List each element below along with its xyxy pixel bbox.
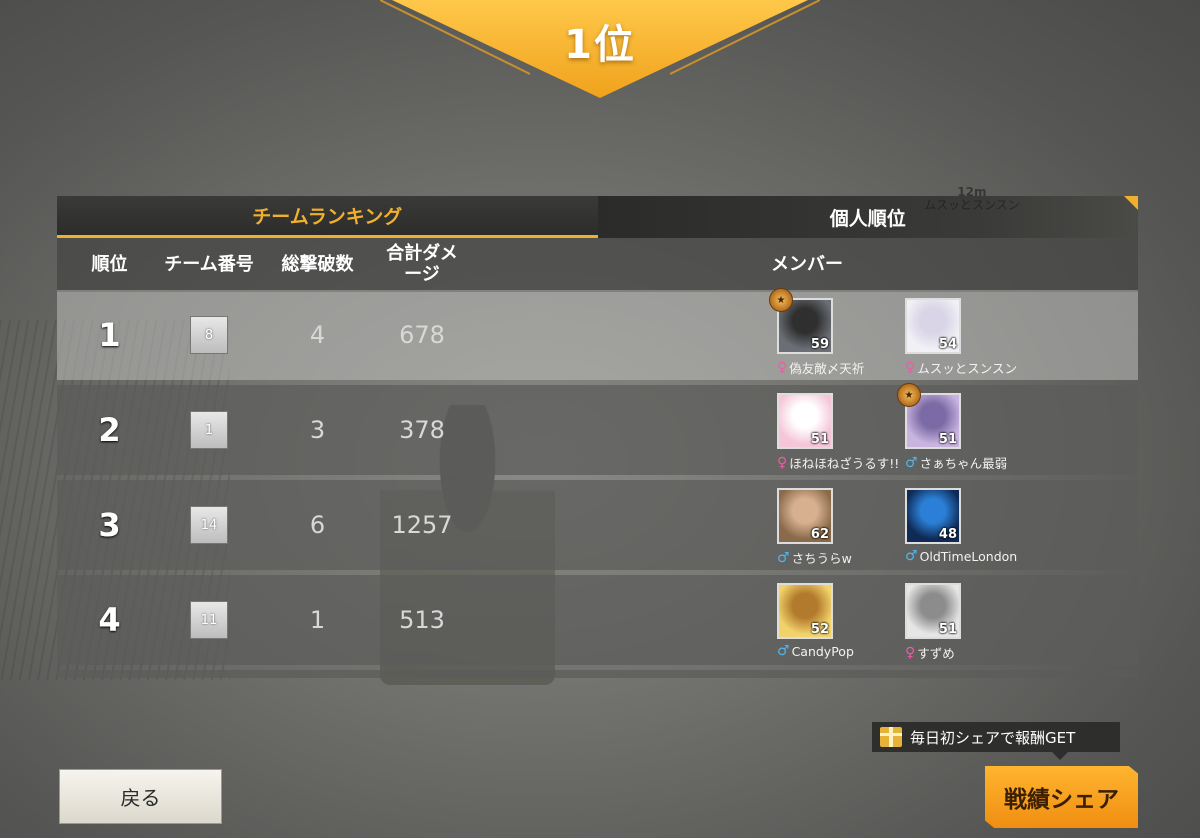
player-name: さぁちゃん最弱	[919, 456, 1008, 471]
rank-cell: 1	[98, 316, 121, 354]
member-card[interactable]: 51 ★ ♂ さぁちゃん最弱	[897, 383, 1065, 473]
table-row[interactable]: 2 3 378 1 51 ♀ ほねほねざうるす!! 51 ★ ♂ さぁちゃん最弱	[57, 383, 1138, 475]
player-level: 51	[938, 432, 957, 447]
player-level: 54	[938, 337, 957, 352]
player-name: ムスッとスンスン	[917, 361, 1018, 376]
header-team-number: チーム番号	[164, 253, 254, 275]
player-avatar[interactable]: 54	[905, 298, 961, 354]
back-button[interactable]: 戻る	[59, 769, 222, 824]
table-row[interactable]: 3 6 1257 14 62 ♂ さちうらw 48 ♂ OldTimeLondon	[57, 480, 1138, 570]
male-icon: ♂	[777, 549, 790, 566]
player-level: 62	[810, 527, 829, 542]
player-avatar[interactable]: 48	[905, 488, 961, 544]
team-number-badge: 1	[190, 411, 228, 449]
team-number-cell: 14	[154, 480, 264, 570]
team-number-badge: 14	[190, 506, 228, 544]
rank-medal-icon: ★	[769, 288, 793, 312]
male-icon: ♂	[905, 548, 918, 564]
player-name-row: ♀ ほねほねざうるす!!	[777, 453, 899, 472]
ghost-name: ムスッとスンスン	[924, 198, 1020, 212]
rank-medal-icon: ★	[897, 383, 921, 407]
player-avatar[interactable]: 51	[777, 393, 833, 449]
kills-cell: 1	[309, 606, 326, 634]
kills-cell: 4	[309, 321, 326, 349]
player-name: さちうらw	[791, 551, 852, 566]
damage-cell: 378	[399, 416, 445, 444]
player-avatar[interactable]: 52	[777, 583, 833, 639]
player-name: 偽友敵〆天祈	[789, 361, 865, 376]
player-name-row: ♂ CandyPop	[777, 643, 854, 659]
member-card[interactable]: 51 ♀ すずめ	[905, 583, 1065, 663]
rank-cell: 3	[98, 506, 121, 544]
player-name-row: ♀ ムスッとスンスン	[905, 358, 1017, 377]
table-row[interactable]: 1 4 678 8 59 ★ ♀ 偽友敵〆天祈 54 ♀ ムスッとスンスン	[57, 288, 1138, 380]
player-name-row: ♀ すずめ	[905, 643, 955, 662]
player-level: 52	[810, 622, 829, 637]
player-name-row: ♂ さちうらw	[777, 548, 852, 567]
player-name-row: ♂ さぁちゃん最弱	[905, 453, 1007, 472]
female-icon: ♀	[905, 644, 916, 661]
player-level: 59	[810, 337, 829, 352]
player-name: CandyPop	[791, 643, 854, 659]
player-avatar[interactable]: 62	[777, 488, 833, 544]
share-results-button[interactable]: 戦績シェア	[985, 766, 1138, 828]
damage-cell: 1257	[391, 511, 453, 539]
player-level: 51	[810, 432, 829, 447]
header-rank: 順位	[91, 253, 128, 275]
share-reward-text: 毎日初シェアで報酬GET	[910, 728, 1076, 747]
player-name: ほねほねざうるす!!	[789, 456, 900, 471]
member-card[interactable]: 48 ♂ OldTimeLondon	[905, 488, 1065, 568]
damage-cell: 513	[399, 606, 445, 634]
player-name: すずめ	[917, 646, 955, 661]
tab-corner-accent	[1124, 196, 1138, 210]
female-icon: ♀	[777, 359, 788, 376]
kills-cell: 6	[309, 511, 326, 539]
player-name-row: ♂ OldTimeLondon	[905, 548, 1017, 564]
damage-cell: 678	[399, 321, 445, 349]
header-total-kills: 総撃破数	[281, 253, 354, 275]
rank-cell: 4	[98, 601, 121, 639]
header-members: メンバー	[771, 253, 843, 275]
team-number-badge: 8	[190, 316, 228, 354]
male-icon: ♂	[777, 643, 790, 659]
member-card[interactable]: 54 ♀ ムスッとスンスン	[905, 298, 1065, 378]
male-icon: ♂	[905, 454, 918, 471]
player-name-row: ♀ 偽友敵〆天祈	[777, 358, 864, 377]
table-row-partial	[57, 670, 1138, 678]
player-avatar[interactable]: 51	[905, 583, 961, 639]
rank-banner: 1位	[380, 0, 820, 100]
ghost-player-marker: 12m ムスッとスンスン	[924, 186, 1020, 212]
player-level: 48	[938, 527, 957, 542]
tab-individual-label: 個人順位	[829, 207, 906, 230]
rank-cell: 2	[98, 411, 121, 449]
gift-icon	[880, 727, 902, 747]
table-header: 順位 チーム番号 総撃破数 合計ダメージ メンバー	[57, 238, 1138, 292]
female-icon: ♀	[905, 359, 916, 376]
team-number-cell: 11	[154, 575, 264, 665]
tab-team-ranking[interactable]: チームランキング	[57, 196, 598, 238]
player-level: 51	[938, 622, 957, 637]
team-ranking-table[interactable]: 順位 チーム番号 総撃破数 合計ダメージ メンバー 1 4 678 8 59 ★ ♀ 偽友敵〆…	[57, 238, 1138, 678]
header-total-damage: 合計ダメージ	[386, 243, 458, 285]
team-number-cell: 8	[154, 290, 264, 380]
team-number-cell: 1	[154, 385, 264, 475]
share-reward-tooltip: 毎日初シェアで報酬GET	[872, 722, 1120, 760]
female-icon: ♀	[777, 454, 788, 471]
team-number-badge: 11	[190, 601, 228, 639]
rank-text: 1位	[564, 22, 636, 68]
table-row[interactable]: 4 1 513 11 52 ♂ CandyPop 51 ♀ すずめ	[57, 575, 1138, 665]
tab-individual-ranking[interactable]: 個人順位	[597, 196, 1138, 238]
player-name: OldTimeLondon	[919, 548, 1018, 564]
kills-cell: 3	[309, 416, 326, 444]
